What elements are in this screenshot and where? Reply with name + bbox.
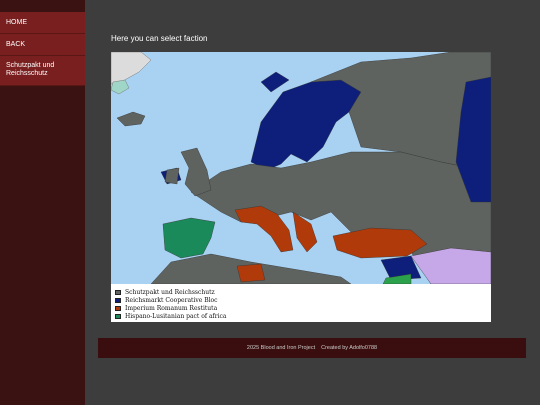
sidebar: HOME BACK Schutzpakt und Reichsschutz (0, 0, 85, 405)
legend-label-imperium: Imperium Romanum Restituta (125, 304, 218, 312)
legend-label-hispano: Hispano-Lusitanian pact of africa (125, 312, 227, 320)
legend-item-reichsmarkt: Reichsmarkt Cooperative Bloc (115, 296, 226, 304)
page-footer: 2025 Blood and Iron Project Created by A… (98, 338, 526, 358)
legend-item-schutzpakt: Schutzpakt und Reichsschutz (115, 288, 226, 296)
nav-faction-link[interactable]: Schutzpakt und Reichsschutz (0, 56, 85, 86)
legend-swatch-imperium (115, 305, 121, 311)
nav-back-link[interactable]: BACK (0, 34, 85, 56)
legend-item-hispano: Hispano-Lusitanian pact of africa (115, 312, 226, 320)
faction-map: Schutzpakt und Reichsschutz Reichsmarkt … (111, 52, 491, 322)
map-legend: Schutzpakt und Reichsschutz Reichsmarkt … (115, 288, 226, 320)
legend-swatch-reichsmarkt (115, 297, 121, 303)
nav-home-link[interactable]: HOME (0, 12, 85, 34)
page-title: Here you can select faction (111, 34, 208, 43)
sidebar-top-strip (0, 0, 85, 12)
europe-map-image (111, 52, 491, 284)
legend-label-schutzpakt: Schutzpakt und Reichsschutz (125, 288, 215, 296)
footer-credit-text: Created by Adolfo0788 (321, 345, 378, 351)
legend-swatch-hispano (115, 313, 121, 319)
legend-swatch-schutzpakt (115, 289, 121, 295)
legend-item-imperium: Imperium Romanum Restituta (115, 304, 226, 312)
footer-project-text: 2025 Blood and Iron Project (246, 345, 316, 351)
legend-label-reichsmarkt: Reichsmarkt Cooperative Bloc (125, 296, 218, 304)
